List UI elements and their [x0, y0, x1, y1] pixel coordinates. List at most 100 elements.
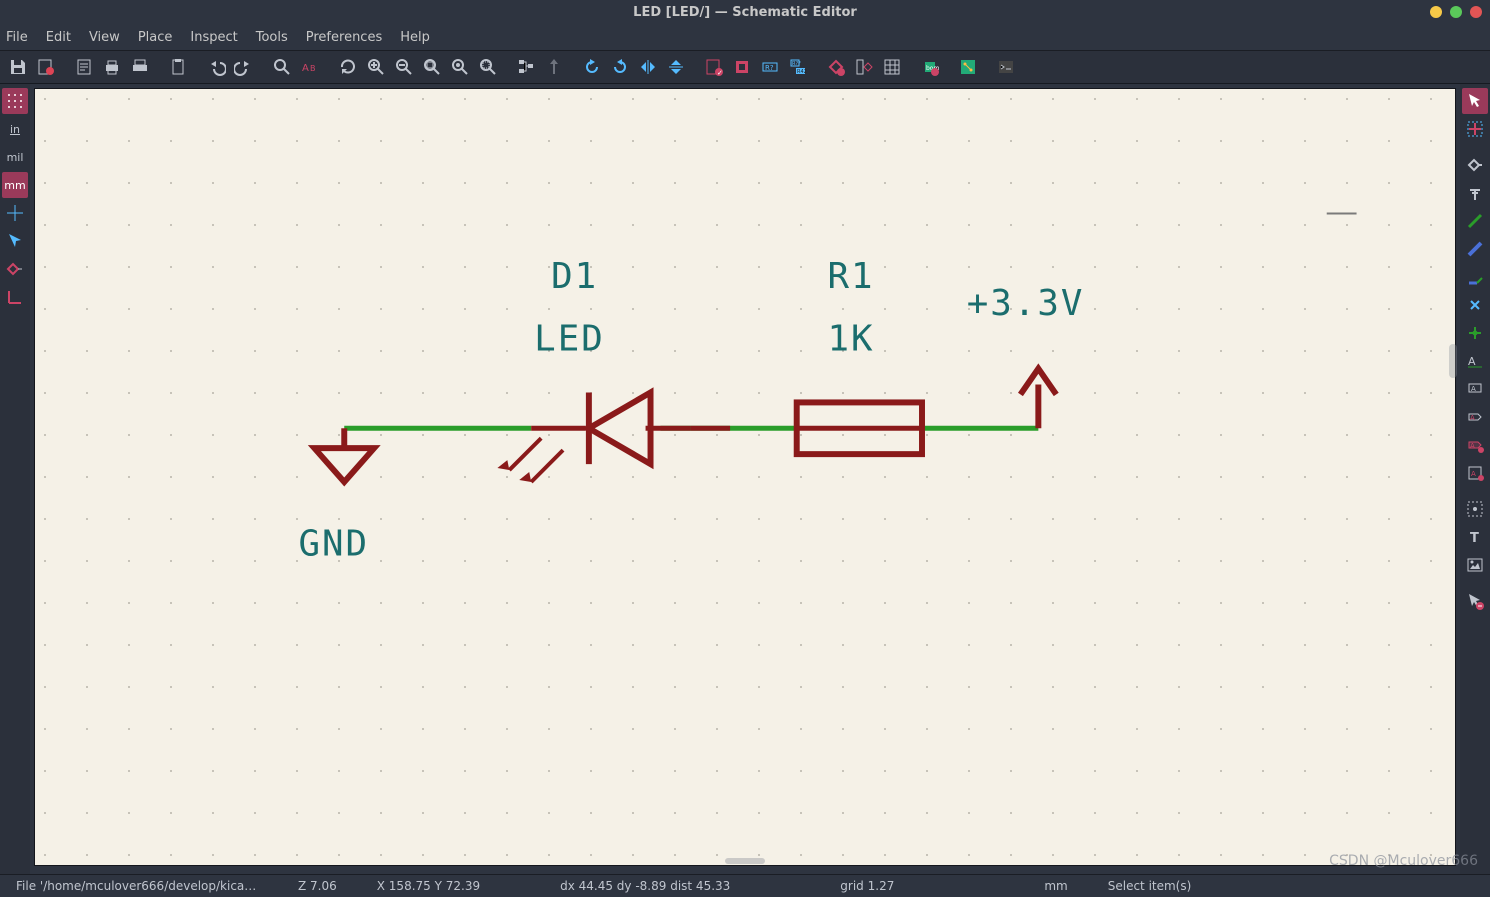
svg-text:R42: R42: [797, 69, 807, 75]
find-icon[interactable]: [268, 53, 296, 81]
status-file: File '/home/mculover666/develop/kica…: [6, 879, 288, 893]
svg-text:R??: R??: [792, 61, 801, 67]
titlebar: LED [LED/] — Schematic Editor: [0, 0, 1490, 24]
window-controls: [1430, 6, 1482, 18]
vertical-scrollbar[interactable]: [1449, 344, 1457, 378]
junction-icon[interactable]: [1462, 320, 1488, 346]
gnd-label[interactable]: GND: [299, 524, 370, 565]
status-grid: grid 1.27: [830, 879, 904, 893]
units-in-icon[interactable]: in: [2, 116, 28, 142]
zoom-selection-icon[interactable]: [474, 53, 502, 81]
svg-text:A: A: [1468, 355, 1476, 368]
minimize-button[interactable]: [1430, 6, 1442, 18]
undo-icon[interactable]: [202, 53, 230, 81]
top-toolbar: AB ✓ R? R?? R42 bom: [0, 51, 1490, 84]
r1-value[interactable]: 1K: [828, 319, 875, 360]
paste-icon[interactable]: [164, 53, 192, 81]
power-label[interactable]: +3.3V: [967, 283, 1085, 324]
menu-edit[interactable]: Edit: [46, 30, 71, 45]
menu-inspect[interactable]: Inspect: [190, 30, 237, 45]
svg-text:A: A: [1470, 442, 1475, 450]
rotate-ccw-icon[interactable]: [578, 53, 606, 81]
close-button[interactable]: [1470, 6, 1482, 18]
svg-text:B: B: [310, 64, 316, 73]
mirror-v-icon[interactable]: [662, 53, 690, 81]
hierarchy-icon[interactable]: [512, 53, 540, 81]
menubar: File Edit View Place Inspect Tools Prefe…: [0, 24, 1490, 51]
r1-ref[interactable]: R1: [828, 256, 875, 297]
pcb-update-icon[interactable]: bom: [916, 53, 944, 81]
svg-text:A: A: [1471, 470, 1476, 478]
zoom-object-icon[interactable]: [446, 53, 474, 81]
menu-place[interactable]: Place: [138, 30, 173, 45]
sym-editor-icon[interactable]: [822, 53, 850, 81]
svg-text:A: A: [1470, 414, 1475, 422]
menu-tools[interactable]: Tools: [256, 30, 288, 45]
delete-icon[interactable]: [1462, 588, 1488, 614]
bom-icon[interactable]: [878, 53, 906, 81]
maximize-button[interactable]: [1450, 6, 1462, 18]
hidden-pins-icon[interactable]: [2, 256, 28, 282]
net-class-icon[interactable]: A: [1462, 376, 1488, 402]
find-replace-icon[interactable]: AB: [296, 53, 324, 81]
schematic-canvas[interactable]: D1 LED R1 1K +3.3V GND: [34, 88, 1456, 866]
sheet-pin-icon[interactable]: [1462, 496, 1488, 522]
svg-text:A: A: [302, 63, 309, 74]
image-icon[interactable]: [1462, 552, 1488, 578]
add-power-icon[interactable]: [1462, 180, 1488, 206]
status-dxy: dx 44.45 dy -8.89 dist 45.33: [550, 879, 740, 893]
erc-icon[interactable]: ✓: [700, 53, 728, 81]
menu-file[interactable]: File: [6, 30, 28, 45]
sheet-icon[interactable]: A: [1462, 460, 1488, 486]
leave-sheet-icon[interactable]: [540, 53, 568, 81]
horizontal-scrollbar[interactable]: [725, 858, 765, 864]
svg-text:T: T: [1470, 531, 1479, 546]
zoom-out-icon[interactable]: [390, 53, 418, 81]
schematic-setup-icon[interactable]: [32, 53, 60, 81]
text-icon[interactable]: T: [1462, 524, 1488, 550]
units-mil-icon[interactable]: mil: [2, 144, 28, 170]
add-symbol-icon[interactable]: [1462, 152, 1488, 178]
svg-text:R?: R?: [765, 64, 774, 72]
zoom-fit-icon[interactable]: [418, 53, 446, 81]
print-icon[interactable]: [98, 53, 126, 81]
label-icon[interactable]: A: [1462, 348, 1488, 374]
svg-text:A: A: [1471, 385, 1476, 393]
menu-view[interactable]: View: [89, 30, 120, 45]
status-zoom: Z 7.06: [288, 879, 347, 893]
grid-toggle-icon[interactable]: [2, 88, 28, 114]
update-fields-icon[interactable]: R?? R42: [784, 53, 812, 81]
footprint-assign-icon[interactable]: [728, 53, 756, 81]
status-xy: X 158.75 Y 72.39: [367, 879, 490, 893]
sym-browser-icon[interactable]: [850, 53, 878, 81]
menu-help[interactable]: Help: [400, 30, 430, 45]
annotate-icon[interactable]: R?: [756, 53, 784, 81]
d1-ref[interactable]: D1: [551, 256, 598, 297]
page-settings-icon[interactable]: [70, 53, 98, 81]
save-icon[interactable]: [4, 53, 32, 81]
bus-entry-icon[interactable]: [1462, 264, 1488, 290]
status-message: Select item(s): [1098, 879, 1202, 893]
script-console-icon[interactable]: [992, 53, 1020, 81]
refresh-icon[interactable]: [334, 53, 362, 81]
units-mm-icon[interactable]: mm: [2, 172, 28, 198]
origin-icon[interactable]: [2, 284, 28, 310]
redo-icon[interactable]: [230, 53, 258, 81]
hier-label-icon[interactable]: A: [1462, 432, 1488, 458]
rotate-cw-icon[interactable]: [606, 53, 634, 81]
wire-icon[interactable]: [1462, 208, 1488, 234]
cursor-full-icon[interactable]: [2, 200, 28, 226]
plot-icon[interactable]: [126, 53, 154, 81]
no-connect-icon[interactable]: [1462, 292, 1488, 318]
cursor-icon[interactable]: [2, 228, 28, 254]
statusbar: File '/home/mculover666/develop/kica… Z …: [0, 874, 1490, 897]
zoom-in-icon[interactable]: [362, 53, 390, 81]
d1-value[interactable]: LED: [534, 319, 605, 360]
bus-icon[interactable]: [1462, 236, 1488, 262]
mirror-h-icon[interactable]: [634, 53, 662, 81]
highlight-net-icon[interactable]: [1462, 116, 1488, 142]
pcb-editor-icon[interactable]: [954, 53, 982, 81]
select-tool-icon[interactable]: [1462, 88, 1488, 114]
global-label-icon[interactable]: A: [1462, 404, 1488, 430]
menu-preferences[interactable]: Preferences: [306, 30, 382, 45]
